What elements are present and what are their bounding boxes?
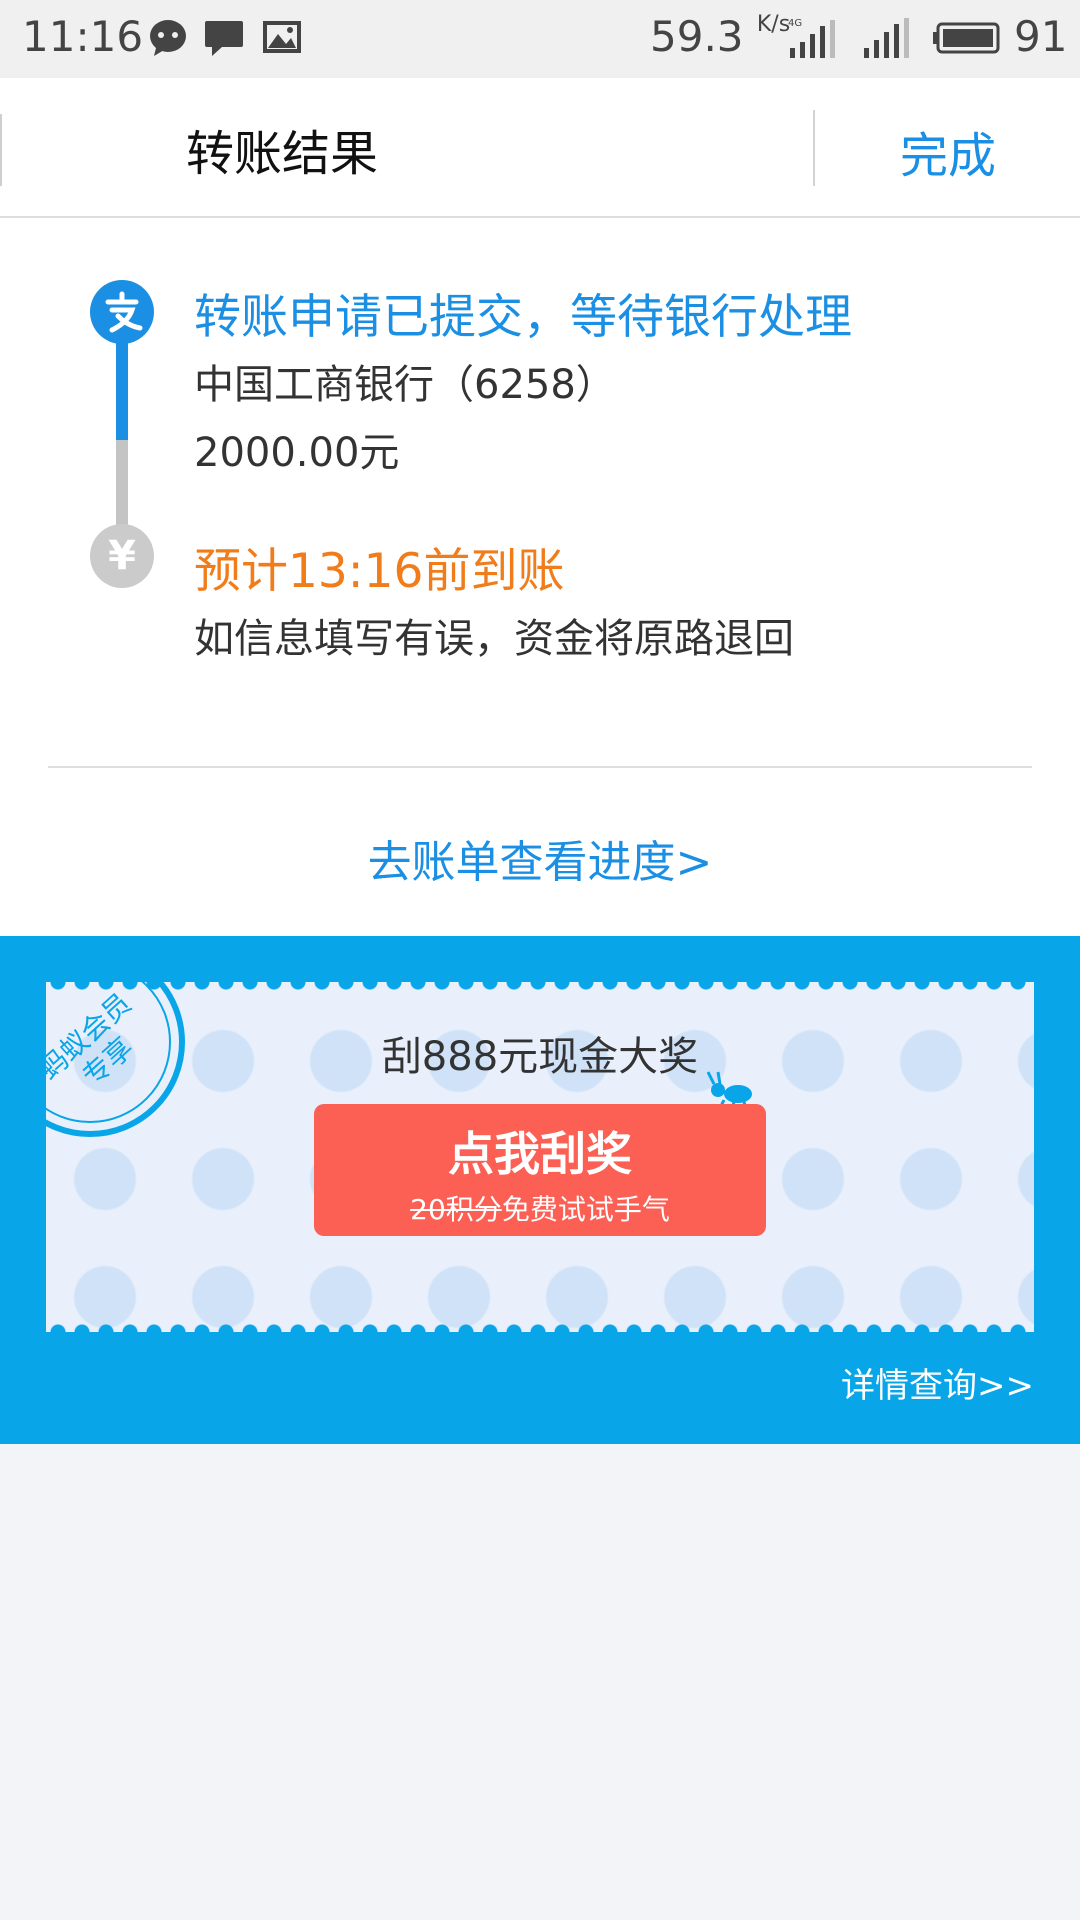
- header-divider: [813, 110, 815, 186]
- network-type: 4G: [788, 18, 802, 29]
- battery-level: 91: [1014, 12, 1068, 61]
- wechat-icon: [150, 20, 186, 56]
- done-button[interactable]: 完成: [900, 116, 996, 186]
- alipay-icon: [90, 280, 154, 344]
- header: 转账结果 完成: [0, 78, 1080, 218]
- ant-icon: [706, 1071, 752, 1108]
- strikethrough-points: 20积分: [410, 1193, 502, 1226]
- status-time: 11:16: [22, 12, 144, 61]
- timeline-progress: [116, 342, 128, 442]
- promo-title: 刮888元现金大奖: [381, 1034, 699, 1080]
- view-bill-progress-link[interactable]: 去账单查看进度>: [0, 826, 1080, 890]
- image-icon: [263, 21, 301, 53]
- promo-banner: 蚂蚁会员 专享 刮888元现金大奖 点我刮奖 20积分免费试试手气 详情查询>>: [0, 936, 1080, 1444]
- network-speed: 59.3 K/s: [650, 12, 790, 61]
- details-link[interactable]: 详情查询>>: [841, 1358, 1034, 1407]
- message-icon: [205, 21, 243, 56]
- status-submitted: 转账申请已提交，等待银行处理: [194, 290, 852, 345]
- speed-value: 59.3: [650, 12, 744, 61]
- yuan-icon: ¥: [90, 524, 154, 588]
- scratch-card: 蚂蚁会员 专享 刮888元现金大奖 点我刮奖 20积分免费试试手气: [46, 982, 1034, 1332]
- transfer-amount: 2000.00元: [194, 430, 400, 476]
- ticket-edge-top: [46, 982, 1034, 998]
- eta-text: 预计13:16前到账: [194, 544, 565, 599]
- ticket-edge-bottom: [46, 1316, 1034, 1332]
- bank-account: 中国工商银行（6258）: [194, 362, 616, 408]
- refund-note: 如信息填写有误，资金将原路退回: [194, 616, 794, 662]
- scratch-button-sub: 20积分免费试试手气: [314, 1188, 766, 1228]
- battery-icon: [933, 22, 1000, 54]
- transfer-result-card: ¥ 转账申请已提交，等待银行处理 中国工商银行（6258） 2000.00元 预…: [0, 218, 1080, 936]
- divider: [48, 766, 1032, 768]
- header-edge: [0, 114, 2, 186]
- status-bar: 11:16 59.3 K/s 4G 91: [0, 0, 1080, 86]
- free-try-text: 免费试试手气: [501, 1193, 670, 1226]
- speed-unit: K/s: [756, 12, 791, 37]
- signal-icon: [864, 18, 909, 58]
- scratch-button[interactable]: 点我刮奖 20积分免费试试手气: [314, 1104, 766, 1236]
- signal-4g-icon: 4G: [788, 18, 835, 58]
- page-title: 转账结果: [186, 126, 379, 182]
- scratch-button-label: 点我刮奖: [448, 1127, 632, 1181]
